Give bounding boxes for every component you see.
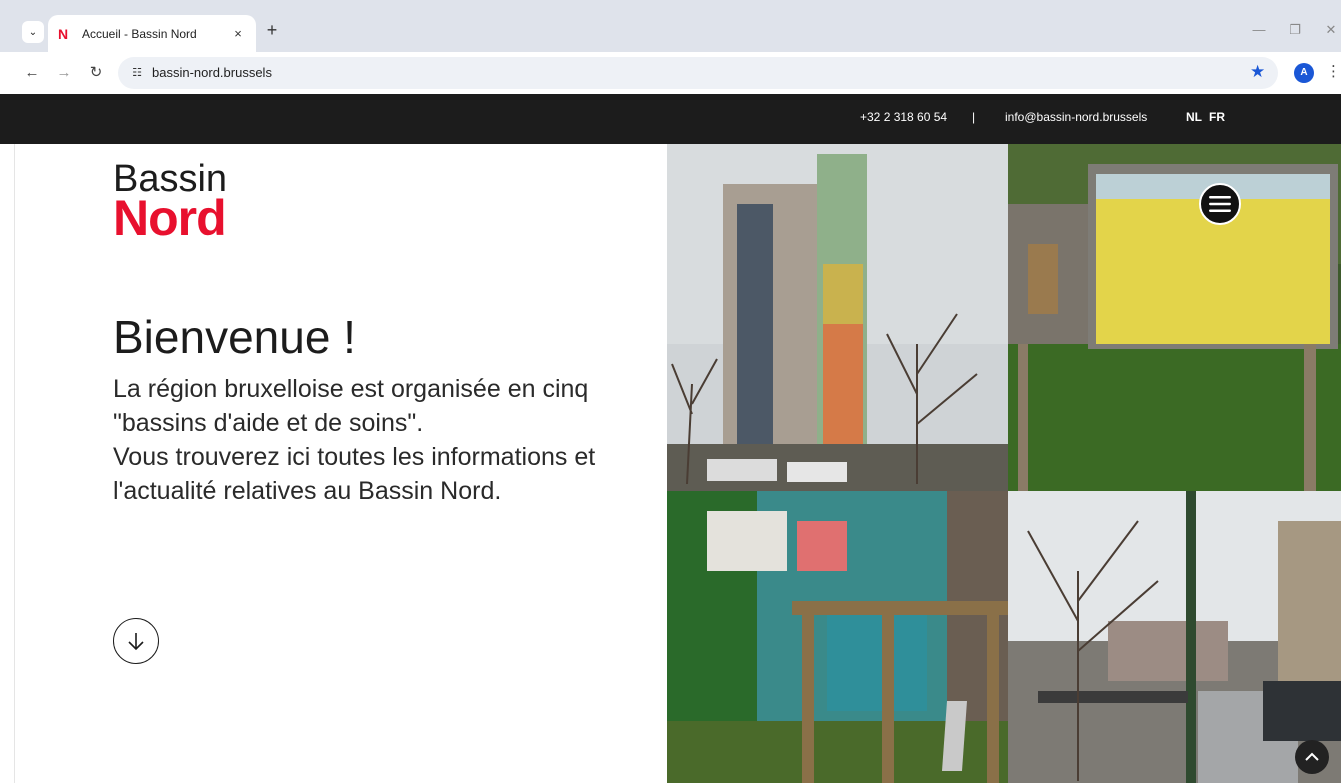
new-tab-button[interactable]: + <box>262 20 282 41</box>
hero-text-panel: Bassin Nord Bienvenue ! La région bruxel… <box>14 144 667 783</box>
site-logo[interactable]: Bassin Nord <box>113 160 227 247</box>
minimize-icon[interactable]: — <box>1252 22 1266 37</box>
photo-mural-playground <box>667 491 1008 783</box>
page-title: Bienvenue ! <box>113 311 356 363</box>
photo-tower-block <box>667 144 1008 491</box>
close-tab-icon[interactable]: × <box>230 26 246 41</box>
intro-paragraph-2: Vous trouverez ici toutes les informatio… <box>113 443 596 505</box>
chevron-up-icon <box>1305 752 1319 761</box>
language-nl-link[interactable]: NL <box>1186 110 1202 124</box>
reload-icon[interactable]: ↻ <box>86 63 106 83</box>
chevron-down-icon: ⌄ <box>28 26 38 38</box>
arrow-down-icon <box>128 633 144 651</box>
browser-toolbar: ← → ↻ ☷ bassin-nord.brussels ★ A ⋮ <box>0 52 1341 94</box>
bookmark-star-icon[interactable]: ★ <box>1250 62 1265 82</box>
address-bar[interactable]: ☷ bassin-nord.brussels <box>118 57 1278 89</box>
address-url[interactable]: bassin-nord.brussels <box>152 65 272 80</box>
tab-title: Accueil - Bassin Nord <box>82 26 197 41</box>
profile-avatar[interactable]: A <box>1294 63 1314 83</box>
browser-tab-active[interactable]: N Accueil - Bassin Nord × <box>48 15 256 52</box>
intro-text: La région bruxelloise est organisée en c… <box>113 372 653 508</box>
back-arrow-icon[interactable]: ← <box>22 63 42 83</box>
tab-search-button[interactable]: ⌄ <box>22 21 44 43</box>
site-contact-bar: +32 2 318 60 54 | info@bassin-nord.bruss… <box>0 94 1341 144</box>
forward-arrow-icon[interactable]: → <box>54 63 74 83</box>
scroll-down-button[interactable] <box>113 618 159 664</box>
contact-separator: | <box>972 110 976 124</box>
contact-phone-link[interactable]: +32 2 318 60 54 <box>860 110 947 124</box>
back-to-top-button[interactable] <box>1295 740 1329 774</box>
intro-paragraph-1: La région bruxelloise est organisée en c… <box>113 375 589 437</box>
contact-email-link[interactable]: info@bassin-nord.brussels <box>1005 110 1147 124</box>
logo-line-nord: Nord <box>113 190 227 247</box>
site-settings-icon[interactable]: ☷ <box>126 62 148 84</box>
menu-button[interactable] <box>1199 183 1241 225</box>
site-favicon-icon: N <box>58 25 69 42</box>
restore-icon[interactable]: ❐ <box>1288 22 1302 38</box>
photo-street-canal <box>1008 491 1341 783</box>
browser-tabstrip: ⌄ N Accueil - Bassin Nord × + — ❐ ✕ <box>0 0 1341 52</box>
photo-gratiferia-sign <box>1008 144 1341 491</box>
language-fr-link[interactable]: FR <box>1209 110 1225 124</box>
kebab-menu-icon[interactable]: ⋮ <box>1326 62 1341 82</box>
close-window-icon[interactable]: ✕ <box>1324 22 1338 38</box>
hamburger-icon <box>1209 196 1231 212</box>
